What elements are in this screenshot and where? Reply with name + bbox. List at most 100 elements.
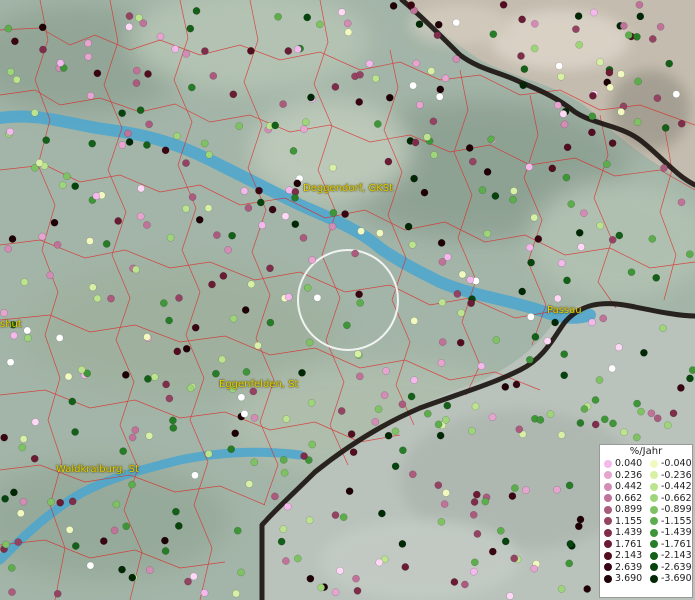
measurement-point	[357, 227, 365, 236]
measurement-point	[6, 67, 15, 76]
measurement-point	[632, 433, 641, 442]
measurement-point	[656, 22, 665, 31]
measurement-point	[515, 425, 524, 434]
measurement-point	[172, 507, 180, 516]
measurement-point	[557, 431, 566, 439]
measurement-point	[437, 517, 446, 526]
measurement-point	[457, 309, 466, 317]
measurement-point	[173, 132, 181, 140]
measurement-point	[229, 314, 238, 323]
legend-entry-positive: 1.439	[600, 527, 646, 538]
measurement-point	[429, 117, 438, 126]
measurement-point	[560, 371, 569, 380]
measurement-point	[543, 337, 552, 345]
measurement-point	[300, 452, 308, 460]
measurement-point	[7, 564, 16, 572]
measurement-point	[473, 530, 482, 538]
measurement-point	[554, 101, 562, 110]
measurement-point	[186, 24, 195, 33]
measurement-point	[672, 90, 681, 99]
legend-row: 0.040 -0.040	[600, 458, 692, 470]
measurement-point	[237, 393, 246, 402]
measurement-point	[653, 414, 662, 423]
measurement-point	[329, 208, 338, 217]
legend-entry-negative: -1.761	[646, 539, 692, 550]
measurement-point	[254, 341, 262, 350]
measurement-point	[10, 488, 18, 497]
measurement-point	[530, 213, 539, 222]
measurement-point	[557, 259, 566, 268]
measurement-point	[343, 321, 351, 330]
measurement-point	[11, 37, 19, 46]
measurement-point	[293, 45, 302, 54]
measurement-point	[165, 316, 173, 325]
measurement-point	[600, 415, 609, 424]
place-label-landshut: shut	[0, 319, 22, 330]
measurement-point	[187, 83, 196, 92]
measurement-point	[86, 91, 95, 100]
legend-entry-positive: 0.040	[600, 458, 646, 469]
measurement-point	[291, 220, 300, 229]
measurement-point	[169, 416, 177, 425]
measurement-point	[375, 558, 384, 567]
measurement-point	[345, 487, 354, 496]
measurement-point	[605, 68, 614, 77]
measurement-point	[574, 522, 583, 531]
measurement-point	[688, 366, 695, 374]
map-view[interactable]: Deggendorf, GKSt Passau shut Eggenfelden…	[0, 0, 695, 600]
legend-entry-positive: 1.155	[600, 516, 646, 527]
legend-swatch	[650, 563, 658, 572]
measurement-point	[122, 522, 131, 531]
measurement-point	[182, 159, 190, 167]
measurement-point	[343, 19, 352, 28]
legend-swatch	[604, 574, 612, 583]
measurement-point	[156, 32, 165, 41]
measurement-point	[452, 55, 461, 63]
measurement-point	[603, 160, 611, 169]
measurement-point	[258, 221, 267, 230]
measurement-point	[467, 427, 476, 435]
measurement-point	[510, 187, 518, 195]
measurement-point	[572, 25, 580, 34]
measurement-point	[39, 45, 47, 54]
measurement-point	[86, 237, 94, 245]
legend-value: 0.236	[615, 469, 643, 481]
measurement-point	[382, 367, 390, 375]
measurement-point	[42, 136, 51, 145]
measurement-point	[182, 204, 190, 213]
measurement-point	[128, 573, 137, 582]
measurement-point	[341, 210, 349, 218]
measurement-point	[469, 510, 478, 519]
measurement-point	[376, 229, 384, 237]
measurement-point	[466, 275, 475, 284]
measurement-point	[65, 525, 74, 534]
measurement-point	[53, 589, 62, 598]
legend-row: 2.143 -2.143	[600, 550, 692, 562]
legend-value: 3.690	[615, 573, 643, 585]
measurement-point	[438, 338, 447, 346]
measurement-point	[23, 334, 32, 342]
measurement-point	[420, 188, 429, 197]
measurement-point	[298, 368, 306, 377]
measurement-point	[161, 547, 170, 555]
measurement-point	[266, 264, 274, 273]
measurement-point	[483, 168, 492, 176]
legend-entry-negative: -0.040	[646, 458, 692, 469]
legend-value: 2.639	[615, 561, 643, 573]
measurement-point	[548, 164, 557, 173]
measurement-point	[647, 409, 656, 418]
measurement-point	[356, 70, 364, 79]
measurement-point	[58, 181, 67, 190]
measurement-point	[659, 324, 667, 333]
legend-row: 3.690 -3.690	[600, 573, 692, 585]
measurement-point	[608, 139, 617, 148]
measurement-point	[38, 23, 47, 32]
measurement-point	[56, 59, 65, 67]
measurement-point	[307, 398, 316, 407]
measurement-point	[16, 509, 25, 518]
measurement-point	[317, 583, 326, 592]
measurement-point	[107, 294, 115, 303]
measurement-point	[250, 458, 259, 467]
measurement-point	[608, 364, 617, 373]
measurement-point	[534, 235, 543, 243]
